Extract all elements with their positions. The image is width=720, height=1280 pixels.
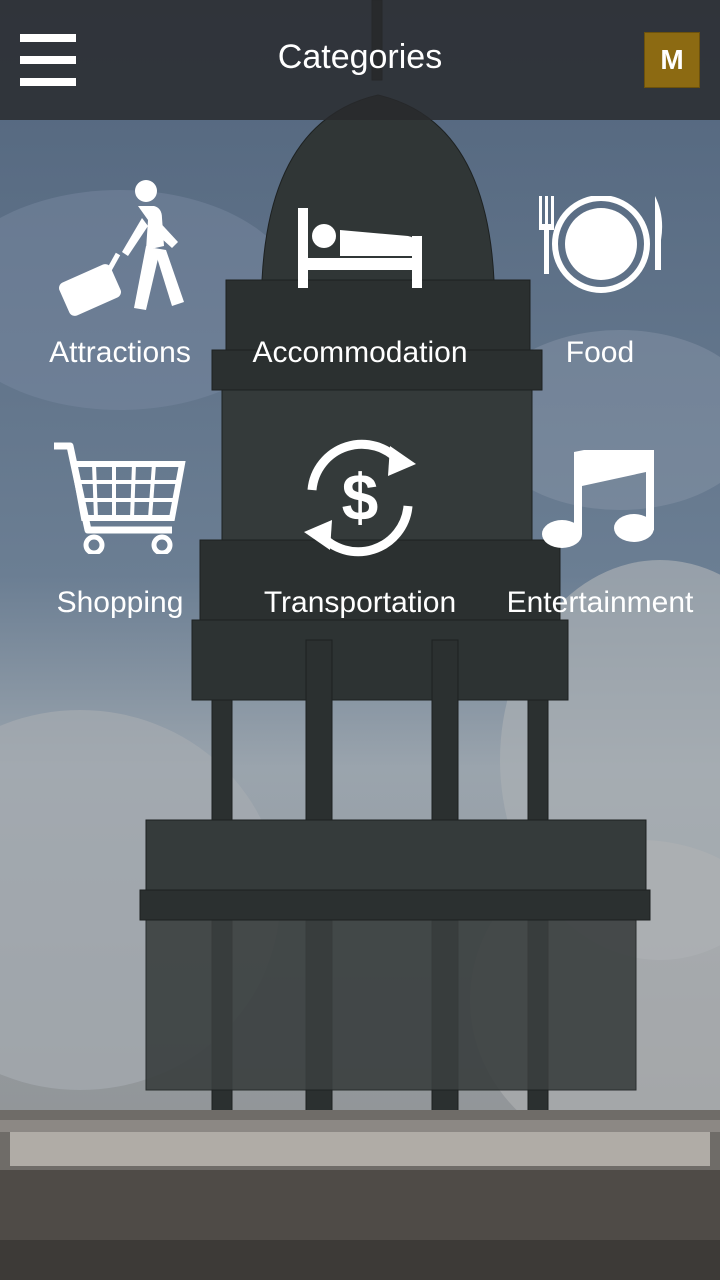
profile-button[interactable]: M bbox=[644, 32, 700, 88]
category-label: Shopping bbox=[56, 586, 184, 619]
category-entertainment[interactable]: Entertainment bbox=[480, 380, 720, 619]
category-label: Accommodation bbox=[252, 336, 468, 369]
category-shopping[interactable]: Shopping bbox=[0, 380, 240, 619]
page-title: Categories bbox=[277, 38, 443, 76]
category-label: Attractions bbox=[49, 336, 191, 369]
category-label: Food bbox=[565, 336, 635, 369]
category-label: Transportation bbox=[263, 586, 457, 619]
plate-fork-knife-icon bbox=[539, 196, 663, 293]
category-transportation[interactable]: $ Transportation bbox=[240, 380, 480, 619]
app-header: Categories M bbox=[0, 0, 720, 120]
traveler-luggage-icon bbox=[59, 180, 184, 316]
bed-icon bbox=[298, 208, 422, 288]
svg-text:$: $ bbox=[342, 460, 379, 534]
currency-exchange-icon: $ bbox=[304, 439, 416, 557]
category-accommodation[interactable]: Accommodation bbox=[240, 120, 480, 369]
music-note-icon bbox=[542, 450, 654, 548]
category-food[interactable]: Food bbox=[480, 120, 720, 369]
category-label: Entertainment bbox=[506, 586, 694, 619]
category-attractions[interactable]: Attractions bbox=[0, 120, 240, 369]
shopping-cart-icon bbox=[54, 442, 186, 554]
